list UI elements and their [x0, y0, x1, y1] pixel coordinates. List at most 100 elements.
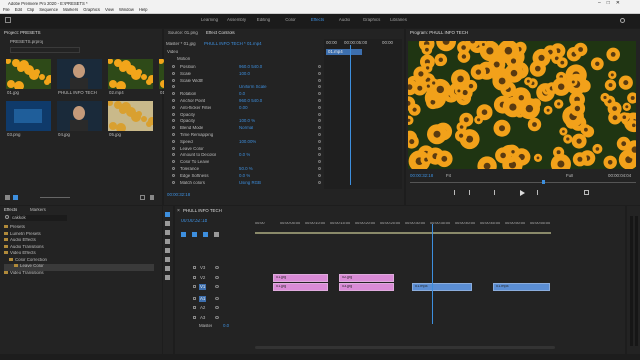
timeline-playhead[interactable]	[432, 224, 433, 324]
effect-control-row[interactable]: Time Remapping	[164, 132, 324, 138]
effect-control-row[interactable]: Anti-flicker Filter 0.00	[164, 105, 324, 111]
snap-icon[interactable]	[181, 232, 186, 237]
reset-icon[interactable]	[318, 85, 321, 89]
effect-control-value[interactable]: Uniform Scale	[239, 85, 267, 89]
lock-icon[interactable]	[193, 296, 196, 300]
effect-control-row[interactable]: Anchor Point 960.0 540.0	[164, 98, 324, 104]
workspace-tab-editing[interactable]: Editing	[250, 18, 277, 22]
stopwatch-icon[interactable]	[172, 119, 175, 123]
track-header[interactable]: A1	[179, 295, 253, 303]
stopwatch-icon[interactable]	[172, 133, 175, 136]
export-frame-icon[interactable]	[584, 190, 589, 195]
track-header[interactable]: A2	[179, 304, 253, 312]
workspace-tab-assembly[interactable]: Assembly	[223, 18, 250, 22]
project-item[interactable]: 04.jpg	[57, 101, 104, 141]
effect-control-row[interactable]: Opacity 100.0 %	[164, 118, 324, 124]
workspace-tab-libraries[interactable]: Libraries	[385, 18, 412, 22]
play-icon[interactable]	[520, 190, 525, 196]
effect-control-row[interactable]: Leave Color	[164, 146, 324, 152]
eye-icon[interactable]	[215, 275, 219, 279]
menu-markers[interactable]: Markers	[63, 8, 78, 12]
effect-control-row[interactable]: Scale 100.0	[164, 71, 324, 77]
work-area-bar[interactable]	[255, 232, 551, 234]
master-value[interactable]: 0.0	[223, 324, 229, 328]
reset-icon[interactable]	[318, 126, 321, 130]
list-view-icon[interactable]	[5, 195, 10, 200]
settings-icon[interactable]	[214, 232, 219, 237]
track-header[interactable]: A3	[179, 314, 253, 322]
stopwatch-icon[interactable]	[172, 160, 175, 164]
stopwatch-icon[interactable]	[172, 99, 175, 102]
reset-icon[interactable]	[318, 160, 321, 164]
program-scrubber[interactable]	[410, 182, 636, 183]
reset-icon[interactable]	[318, 99, 321, 102]
reset-icon[interactable]	[318, 180, 321, 184]
menu-graphics[interactable]: Graphics	[83, 8, 100, 12]
workspace-tab-learning[interactable]: Learning	[196, 18, 223, 22]
home-icon[interactable]	[5, 17, 11, 23]
stopwatch-icon[interactable]	[172, 92, 175, 96]
timeline-scrollbar[interactable]	[255, 346, 555, 349]
reset-icon[interactable]	[318, 167, 321, 170]
ripple-edit-tool-icon[interactable]	[165, 230, 170, 235]
timeline-clip[interactable]: 01.mp4	[412, 283, 472, 291]
slip-tool-icon[interactable]	[165, 248, 170, 253]
menu-view[interactable]: View	[105, 8, 114, 12]
tab-effect-controls[interactable]: Effect Controls	[206, 31, 235, 35]
reset-icon[interactable]	[318, 139, 321, 143]
search-icon[interactable]	[620, 18, 625, 23]
stopwatch-icon[interactable]	[172, 126, 175, 130]
reset-icon[interactable]	[318, 71, 321, 75]
reset-icon[interactable]	[318, 105, 321, 109]
effect-control-value[interactable]: Using RGB	[239, 181, 261, 185]
effects-search-input[interactable]: cakkok	[11, 215, 67, 221]
ec-timecode[interactable]: 00:00:32:18	[167, 193, 190, 197]
effect-control-value[interactable]: Normal	[239, 126, 253, 130]
project-item[interactable]: 01.jpg	[6, 59, 53, 99]
marker-icon[interactable]	[203, 232, 208, 237]
window-controls[interactable]: –□✕	[598, 1, 626, 6]
stopwatch-icon[interactable]	[172, 146, 175, 150]
effect-control-row[interactable]: Rotation 0.0	[164, 91, 324, 97]
timeline-timecode[interactable]: 00:00:32:18	[181, 219, 207, 224]
stopwatch-icon[interactable]	[172, 153, 175, 157]
project-item[interactable]: 02.mp4	[108, 59, 155, 99]
reset-icon[interactable]	[318, 153, 321, 157]
effect-control-row[interactable]: Edge Softness 0.0 %	[164, 173, 324, 179]
stopwatch-icon[interactable]	[172, 139, 175, 143]
workspace-tab-color[interactable]: Color	[277, 18, 304, 22]
track-header[interactable]: V1	[179, 283, 253, 291]
linked-icon[interactable]	[192, 232, 197, 237]
clip-name[interactable]: PHULL INFO TECH * 01.mp4	[204, 42, 262, 46]
effect-control-row[interactable]: Uniform Scale	[164, 84, 324, 90]
effect-control-value[interactable]: 0.0 %	[239, 174, 250, 178]
tab-effects[interactable]: Effects	[4, 208, 17, 212]
effect-control-row[interactable]: Tolerance 50.0 %	[164, 166, 324, 172]
reset-icon[interactable]	[318, 133, 321, 136]
razor-tool-icon[interactable]	[165, 239, 170, 244]
project-item[interactable]: 03.png	[6, 101, 53, 141]
effect-control-row[interactable]: Amount to Decolor 0.0 %	[164, 152, 324, 158]
timeline-clip[interactable]: 02.jpg	[339, 273, 394, 282]
stopwatch-icon[interactable]	[172, 180, 175, 184]
workspace-tab-effects[interactable]: Effects	[304, 18, 331, 22]
effect-control-value[interactable]: 100.00%	[239, 140, 256, 144]
stopwatch-icon[interactable]	[172, 85, 175, 89]
stopwatch-icon[interactable]	[172, 65, 175, 68]
track-header[interactable]: V2	[179, 274, 253, 282]
ec-clip-bar[interactable]: 01.mp4	[326, 49, 362, 55]
timeline-title[interactable]: PHULL INFO TECH	[183, 209, 222, 213]
hand-tool-icon[interactable]	[165, 266, 170, 271]
lock-icon[interactable]	[193, 315, 196, 319]
stopwatch-icon[interactable]	[172, 173, 175, 177]
effect-motion[interactable]: Motion	[177, 57, 190, 61]
lock-icon[interactable]	[193, 275, 196, 279]
close-icon[interactable]: ×	[177, 208, 180, 214]
timeline-clip[interactable]: 01.jpg	[273, 273, 328, 282]
effect-control-value[interactable]: 0.0 %	[239, 153, 250, 157]
eye-icon[interactable]	[215, 285, 219, 288]
eye-icon[interactable]	[215, 296, 219, 300]
program-playhead[interactable]	[542, 180, 545, 184]
zoom-slider[interactable]	[40, 197, 70, 198]
menu-file[interactable]: File	[3, 8, 10, 12]
